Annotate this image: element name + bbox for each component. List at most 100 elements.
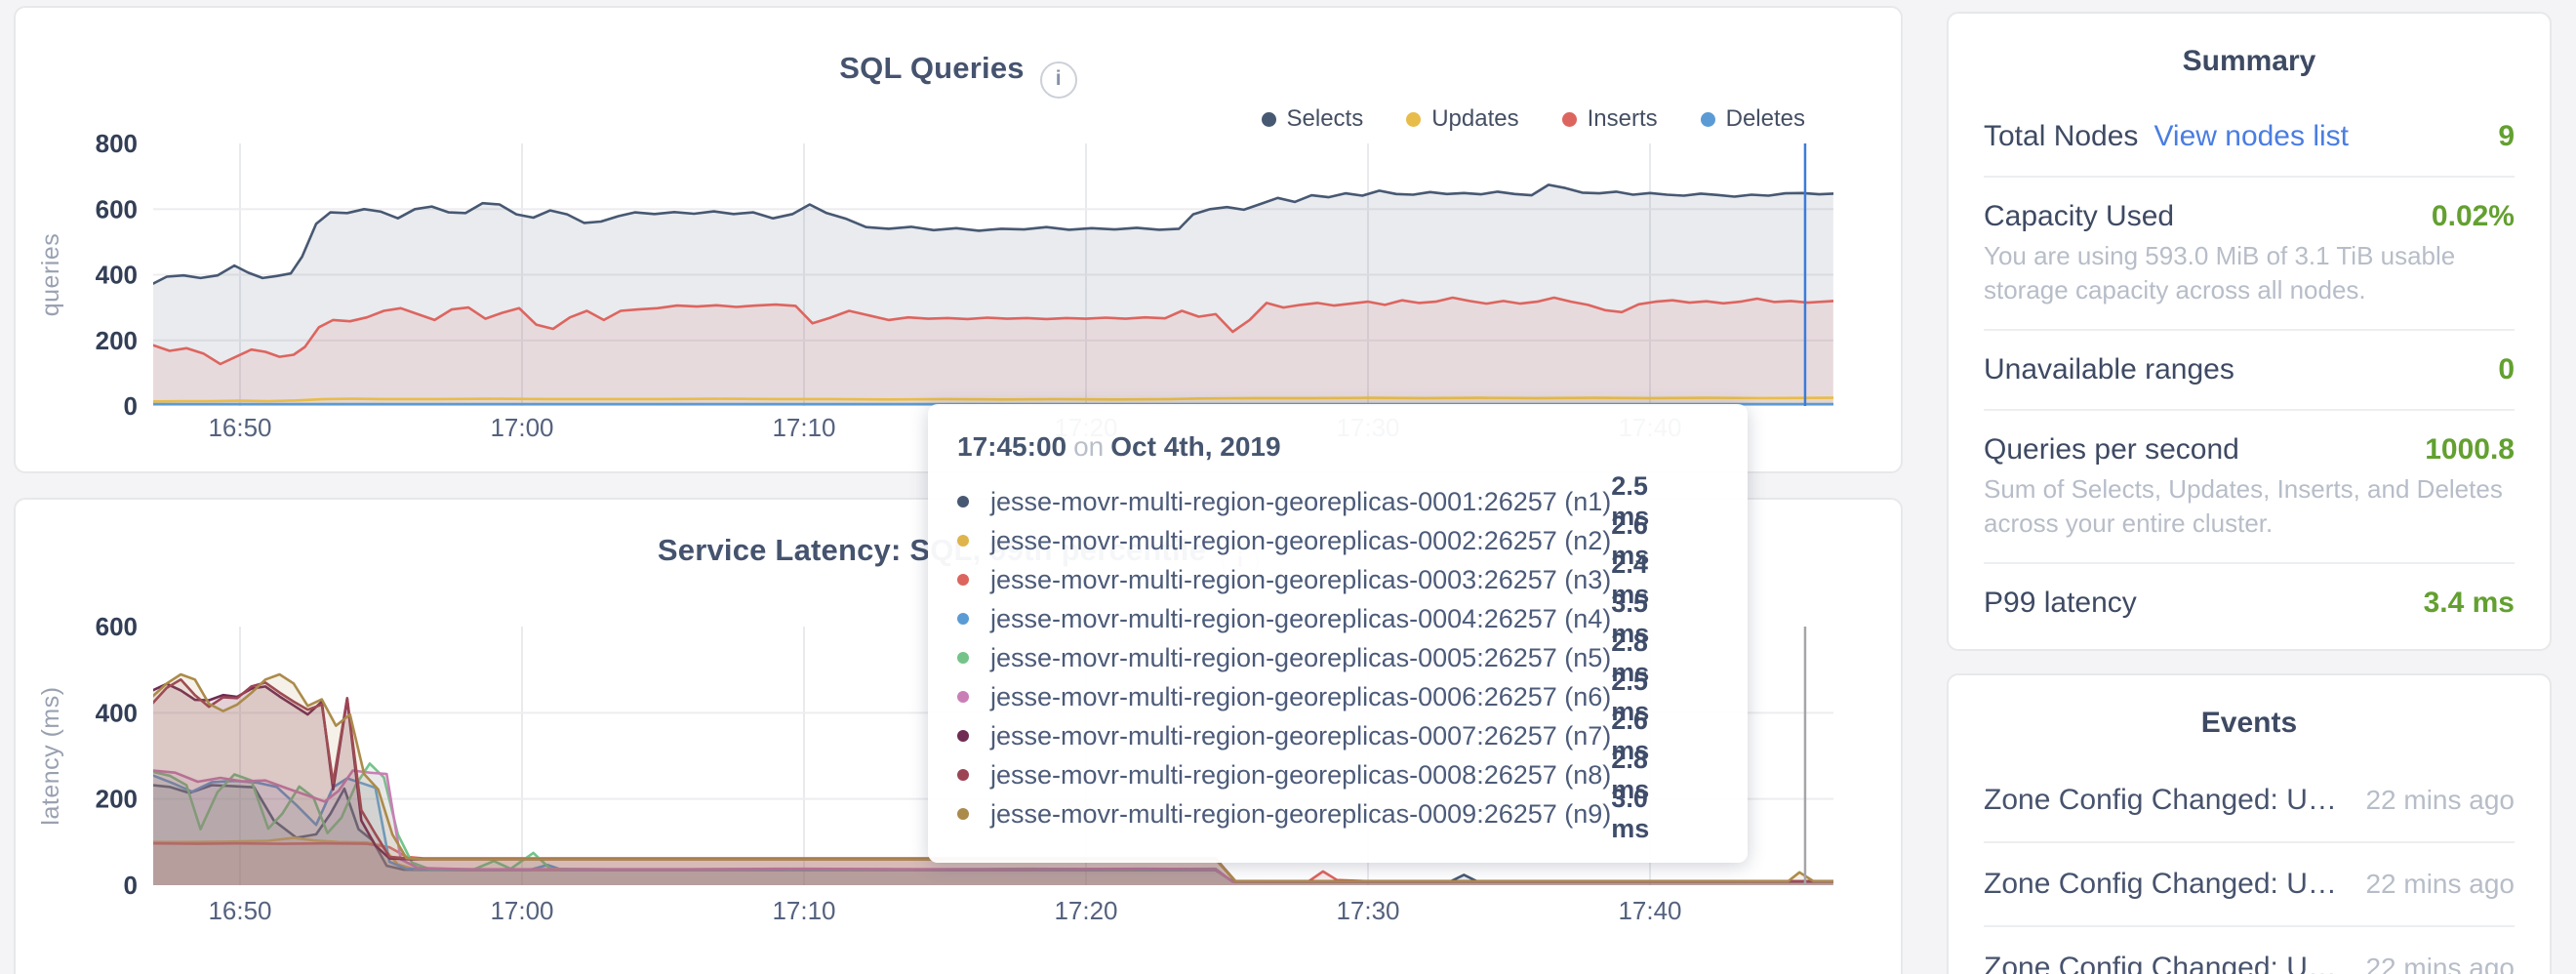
series-dot <box>957 652 969 664</box>
series-dot <box>957 535 969 547</box>
event-item[interactable]: Zone Config Changed: User… 22 mins ago <box>1984 759 2515 841</box>
summary-row-left: Capacity Used <box>1984 200 2174 233</box>
y-tick-label: 0 <box>124 871 138 900</box>
tooltip-row: jesse-movr-multi-region-georeplicas-0008… <box>957 755 1718 794</box>
series-dot <box>957 730 969 742</box>
tooltip-node-name: jesse-movr-multi-region-georeplicas-0009… <box>990 799 1611 830</box>
summary-row: Capacity Used0.02%You are using 593.0 Mi… <box>1984 176 2515 329</box>
series-dot <box>957 574 969 586</box>
event-time: 22 mins ago <box>2365 869 2515 900</box>
tooltip-node-name: jesse-movr-multi-region-georeplicas-0005… <box>990 643 1611 673</box>
sql-queries-legend: Selects Updates Inserts Deletes <box>1219 105 1806 133</box>
event-time: 22 mins ago <box>2365 785 2515 816</box>
view-nodes-link[interactable]: View nodes list <box>2153 120 2349 152</box>
event-rows: Zone Config Changed: User…22 mins agoZon… <box>1984 759 2515 974</box>
tooltip-time: 17:45:00 <box>957 431 1067 462</box>
event-text: Zone Config Changed: User… <box>1984 868 2345 901</box>
summary-row: Unavailable ranges 0 <box>1984 329 2515 409</box>
x-tick-label: 17:00 <box>490 413 553 442</box>
legend-dot <box>1562 112 1577 127</box>
tooltip-node-name: jesse-movr-multi-region-georeplicas-0006… <box>990 682 1611 712</box>
event-time: 22 mins ago <box>2365 953 2515 974</box>
x-tick-label: 17:10 <box>772 413 835 442</box>
event-item[interactable]: Zone Config Changed: User… 22 mins ago <box>1984 841 2515 925</box>
legend-label: Selects <box>1287 105 1364 133</box>
summary-row: Queries per second 1000.8 Sum of Selects, … <box>1984 409 2515 562</box>
x-tick-label: 16:50 <box>208 413 271 442</box>
summary-row-main: Capacity Used0.02% <box>1984 200 2515 233</box>
y-tick-label: 400 <box>96 261 138 290</box>
summary-value: 1000.8 <box>2425 433 2515 467</box>
summary-row-main: Queries per second 1000.8 <box>1984 433 2515 467</box>
legend-dot <box>1406 112 1421 127</box>
y-tick-label: 400 <box>96 698 138 727</box>
tooltip-row: jesse-movr-multi-region-georeplicas-0006… <box>957 677 1718 716</box>
event-text: Zone Config Changed: User… <box>1984 784 2345 817</box>
series-dot <box>957 613 969 625</box>
x-tick-label: 17:30 <box>1336 896 1399 925</box>
y-tick-label: 800 <box>96 129 138 158</box>
y-tick-label: 600 <box>96 612 138 641</box>
legend-label: Deletes <box>1726 105 1805 133</box>
series-dot <box>957 496 969 507</box>
summary-row-left: Queries per second <box>1984 433 2239 467</box>
legend-item-deletes: Deletes <box>1701 105 1805 133</box>
x-tick-label: 16:50 <box>208 896 271 925</box>
tooltip-node-name: jesse-movr-multi-region-georeplicas-0002… <box>990 526 1611 556</box>
series-dot <box>957 808 969 820</box>
y-tick-label: 200 <box>96 326 138 355</box>
y-tick-label: 600 <box>96 194 138 223</box>
summary-label: P99 latency <box>1984 587 2137 619</box>
summary-label: Queries per second <box>1984 433 2239 466</box>
summary-value: 3.4 ms <box>2424 587 2515 620</box>
legend-label: Inserts <box>1588 105 1658 133</box>
tooltip-row: jesse-movr-multi-region-georeplicas-0002… <box>957 521 1718 560</box>
tooltip-row: jesse-movr-multi-region-georeplicas-0005… <box>957 638 1718 677</box>
tooltip-row: jesse-movr-multi-region-georeplicas-0001… <box>957 482 1718 521</box>
summary-row: P99 latency 3.4 ms <box>1984 562 2515 642</box>
tooltip-timestamp: 17:45:00onOct 4th, 2019 <box>957 431 1718 463</box>
tooltip-rows: jesse-movr-multi-region-georeplicas-0001… <box>957 482 1718 833</box>
x-tick-label: 17:20 <box>1054 896 1117 925</box>
event-text: Zone Config Changed: User… <box>1984 952 2345 974</box>
legend-item-selects: Selects <box>1262 105 1364 133</box>
tooltip-node-name: jesse-movr-multi-region-georeplicas-0001… <box>990 487 1611 517</box>
events-panel: Events Zone Config Changed: User… 22 mins… <box>1947 673 2552 974</box>
legend-item-inserts: Inserts <box>1562 105 1658 133</box>
summary-label: Capacity Used <box>1984 200 2174 232</box>
legend-dot <box>1262 112 1276 127</box>
sql-queries-header: SQL Queries i <box>16 51 1901 99</box>
summary-row-main: Unavailable ranges 0 <box>1984 353 2515 386</box>
summary-value: 0 <box>2498 353 2515 386</box>
tooltip-row: jesse-movr-multi-region-georeplicas-0003… <box>957 560 1718 599</box>
summary-row: Total NodesView nodes list 9 <box>1984 98 2515 176</box>
info-icon[interactable]: i <box>1040 61 1077 99</box>
series-dot <box>957 691 969 703</box>
summary-row-main: Total NodesView nodes list 9 <box>1984 120 2515 153</box>
event-item[interactable]: Zone Config Changed: User… 22 mins ago <box>1984 925 2515 974</box>
legend-dot <box>1701 112 1715 127</box>
x-tick-label: 17:00 <box>490 896 553 925</box>
summary-value: 9 <box>2498 120 2515 153</box>
summary-row-left: Unavailable ranges <box>1984 353 2234 386</box>
tooltip-node-name: jesse-movr-multi-region-georeplicas-0007… <box>990 721 1611 751</box>
summary-rows: Total NodesView nodes list 9 Capacity Used… <box>1984 98 2515 642</box>
summary-panel: Summary Total NodesView nodes list9Capac… <box>1947 12 2552 651</box>
tooltip-node-name: jesse-movr-multi-region-georeplicas-0003… <box>990 565 1611 595</box>
y-axis-label: latency (ms) <box>37 686 64 825</box>
legend-label: Updates <box>1431 105 1518 133</box>
sql-queries-title: SQL Queries <box>839 51 1024 85</box>
cluster-overview-page: 800 600 400 200 0 16:50 17:00 17:10 17:20 17:30 17… <box>0 0 2576 974</box>
tooltip-node-value: 3.0 ms <box>1611 784 1691 844</box>
summary-subtext: Sum of Selects, Updates, Inserts, and De… <box>1984 472 2515 540</box>
events-title: Events <box>1984 707 2515 740</box>
x-tick-label: 17:40 <box>1618 896 1681 925</box>
summary-row-left: Total NodesView nodes list <box>1984 120 2349 153</box>
tooltip-date: Oct 4th, 2019 <box>1110 431 1280 462</box>
summary-row-main: P99 latency 3.4 ms <box>1984 587 2515 620</box>
y-axis-label: queries <box>37 233 64 317</box>
summary-label: Unavailable ranges <box>1984 353 2234 386</box>
x-tick-label: 17:10 <box>772 896 835 925</box>
y-tick-label: 200 <box>96 785 138 814</box>
y-tick-label: 0 <box>124 391 138 421</box>
